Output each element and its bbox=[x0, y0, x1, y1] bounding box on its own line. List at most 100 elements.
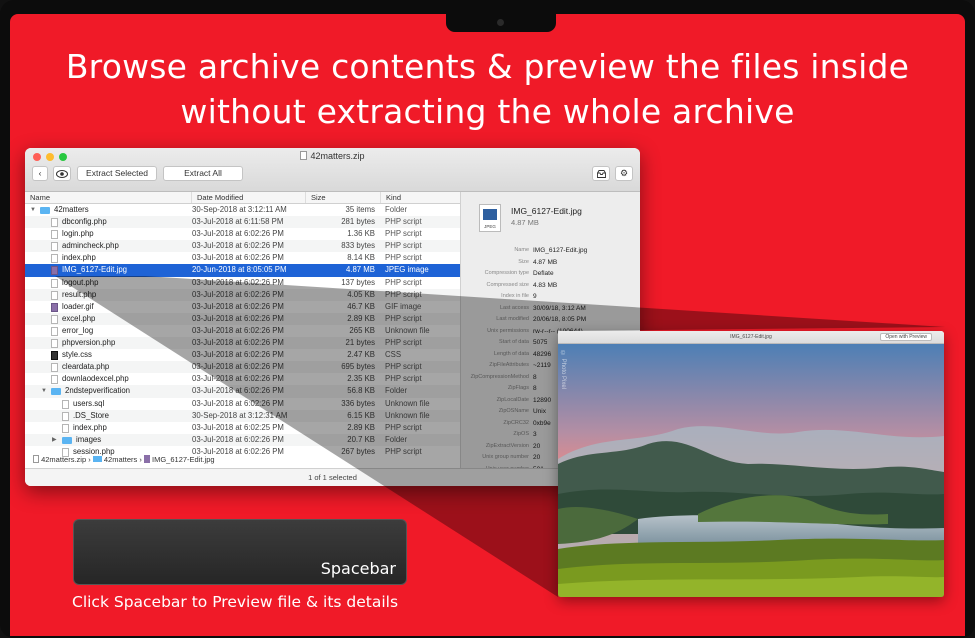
breadcrumb: 42matters.zip › 42matters › IMG_6127-Edi… bbox=[33, 455, 215, 464]
table-row[interactable]: logout.php 03-Jul-2018 at 6:02:26 PM 137 b… bbox=[25, 277, 460, 289]
column-header-size[interactable]: Size bbox=[306, 192, 381, 203]
file-icon bbox=[51, 278, 58, 288]
file-name: error_log bbox=[62, 325, 94, 335]
info-key: ZipLocalDate bbox=[496, 396, 529, 403]
window-title: 42matters.zip bbox=[25, 151, 640, 161]
info-value: IMG_6127-Edit.jpg bbox=[533, 247, 588, 254]
preview-titlebar: IMG_6127-Edit.jpg Open with Preview bbox=[558, 331, 944, 344]
folder-icon bbox=[51, 388, 61, 396]
table-row[interactable]: downlaodexcel.php 03-Jul-2018 at 6:02:26 … bbox=[25, 373, 460, 385]
breadcrumb-item[interactable]: 42matters bbox=[104, 455, 137, 464]
cell-name: result.php bbox=[25, 289, 192, 301]
cell-date: 03-Jul-2018 at 6:02:26 PM bbox=[192, 253, 284, 263]
quick-look-button[interactable] bbox=[53, 166, 71, 181]
table-row[interactable]: .DS_Store 30-Sep-2018 at 3:12:31 AM 6.15 K… bbox=[25, 409, 460, 422]
file-name: dbconfig.php bbox=[62, 217, 107, 227]
eye-icon bbox=[56, 170, 68, 178]
table-row[interactable]: ▼ 2ndstepverification 03-Jul-2018 at 6:02:… bbox=[25, 385, 460, 398]
cell-size: 56.8 KB bbox=[347, 386, 375, 396]
table-row[interactable]: ▶ images 03-Jul-2018 at 6:02:26 PM 20.7 KB F… bbox=[25, 433, 460, 446]
info-value: 8 bbox=[533, 385, 537, 392]
cell-date: 03-Jul-2018 at 6:02:26 PM bbox=[192, 313, 284, 323]
column-header-date[interactable]: Date Modified bbox=[192, 192, 306, 203]
breadcrumb-item[interactable]: 42matters.zip bbox=[41, 455, 86, 464]
table-row[interactable]: dbconfig.php 03-Jul-2018 at 6:11:58 PM 281… bbox=[25, 216, 460, 229]
cell-date: 03-Jul-2018 at 6:02:26 PM bbox=[192, 229, 284, 239]
cell-date: 30-Sep-2018 at 3:12:11 AM bbox=[192, 205, 287, 214]
cell-kind: JPEG image bbox=[385, 265, 429, 275]
cell-kind: PHP script bbox=[385, 277, 422, 287]
extract-selected-button[interactable]: Extract Selected bbox=[77, 166, 157, 181]
file-icon bbox=[51, 326, 58, 336]
jpeg-file-icon: JPEG bbox=[479, 204, 501, 232]
file-name: .DS_Store bbox=[73, 410, 109, 420]
table-row[interactable]: index.php 03-Jul-2018 at 6:02:25 PM 2.89 K… bbox=[25, 422, 460, 434]
spacebar-key: Spacebar bbox=[73, 519, 407, 585]
info-size: 4.87 MB bbox=[511, 218, 539, 227]
table-row[interactable]: style.css 03-Jul-2018 at 6:02:26 PM 2.47 K… bbox=[25, 349, 460, 361]
inbox-button[interactable] bbox=[592, 166, 610, 181]
info-value: Unix bbox=[533, 408, 547, 415]
column-header-kind[interactable]: Kind bbox=[381, 192, 460, 203]
info-key: Compression type bbox=[484, 270, 529, 276]
gear-icon: ⚙ bbox=[619, 168, 629, 178]
spacebar-label: Spacebar bbox=[320, 559, 396, 578]
table-row[interactable]: loader.gif 03-Jul-2018 at 6:02:26 PM 46.7 … bbox=[25, 301, 460, 313]
disclosure-down-icon[interactable]: ▼ bbox=[30, 204, 36, 216]
image-file-icon bbox=[143, 455, 150, 463]
table-row[interactable]: error_log 03-Jul-2018 at 6:02:26 PM 265 KB… bbox=[25, 325, 460, 337]
table-row[interactable]: login.php 03-Jul-2018 at 6:02:26 PM 1.36 K… bbox=[25, 228, 460, 240]
info-key: Size bbox=[518, 258, 529, 265]
table-row[interactable]: ▼ 42matters 30-Sep-2018 at 3:12:11 AM 35 it… bbox=[25, 204, 460, 216]
table-row[interactable]: IMG_6127-Edit.jpg 20-Jun-2018 at 8:05:05 … bbox=[25, 264, 460, 277]
table-row[interactable]: phpversion.php 03-Jul-2018 at 6:02:26 PM 2… bbox=[25, 337, 460, 350]
cell-kind: PHP script bbox=[385, 446, 422, 456]
info-key: ZipOS bbox=[513, 431, 529, 437]
open-with-preview-button[interactable]: Open with Preview bbox=[880, 333, 932, 341]
back-button[interactable]: ‹ bbox=[32, 166, 48, 181]
info-value: 3 bbox=[533, 431, 537, 438]
file-name: index.php bbox=[73, 422, 107, 432]
table-row[interactable]: admincheck.php 03-Jul-2018 at 6:02:26 PM 8… bbox=[25, 240, 460, 253]
disclosure-down-icon[interactable]: ▼ bbox=[41, 385, 47, 397]
cell-size: 6.15 KB bbox=[347, 410, 375, 420]
camera-icon bbox=[497, 19, 504, 26]
cell-kind: Unknown file bbox=[385, 410, 430, 420]
file-name: login.php bbox=[62, 229, 94, 239]
cell-name: users.sql bbox=[25, 398, 192, 410]
column-header-name[interactable]: Name bbox=[25, 192, 192, 203]
cell-date: 03-Jul-2018 at 6:02:25 PM bbox=[192, 422, 284, 432]
table-row[interactable]: users.sql 03-Jul-2018 at 6:02:26 PM 336 by… bbox=[25, 398, 460, 410]
cell-size: 2.89 KB bbox=[347, 313, 375, 323]
table-row[interactable]: excel.php 03-Jul-2018 at 6:02:26 PM 2.89 K… bbox=[25, 312, 460, 325]
info-row: Size 4.87 MB bbox=[461, 257, 640, 269]
extract-all-button[interactable]: Extract All bbox=[163, 166, 243, 181]
table-row[interactable]: cleardata.php 03-Jul-2018 at 6:02:26 PM 69… bbox=[25, 361, 460, 374]
cell-date: 03-Jul-2018 at 6:02:26 PM bbox=[192, 350, 284, 360]
table-row[interactable]: result.php 03-Jul-2018 at 6:02:26 PM 4.05 … bbox=[25, 288, 460, 301]
info-row: Last access 30/09/18, 3:12 AM bbox=[461, 303, 640, 315]
cell-kind: PHP script bbox=[385, 217, 422, 227]
cell-name: cleardata.php bbox=[25, 361, 192, 373]
disclosure-right-icon[interactable]: ▶ bbox=[52, 434, 57, 446]
tray-icon bbox=[596, 170, 606, 178]
file-rows: ▼ 42matters 30-Sep-2018 at 3:12:11 AM 35 it… bbox=[25, 204, 460, 458]
file-icon bbox=[51, 242, 58, 252]
cell-size: 1.36 KB bbox=[347, 229, 375, 239]
css-file-icon bbox=[51, 351, 58, 361]
table-row[interactable]: index.php 03-Jul-2018 at 6:02:26 PM 8.14 K… bbox=[25, 252, 460, 264]
cell-date: 03-Jul-2018 at 6:02:26 PM bbox=[192, 289, 284, 299]
window-titlebar: 42matters.zip ‹ Extract Selected Extract… bbox=[25, 148, 640, 192]
cell-name: dbconfig.php bbox=[25, 216, 192, 228]
breadcrumb-item[interactable]: IMG_6127-Edit.jpg bbox=[152, 455, 215, 464]
cell-date: 03-Jul-2018 at 6:02:26 PM bbox=[192, 374, 284, 384]
icon-label: JPEG bbox=[484, 224, 496, 229]
info-value: 4.83 MB bbox=[533, 281, 558, 289]
info-row: Compressed size 4.83 MB bbox=[461, 280, 640, 292]
info-row: Last modified 20/06/18, 8:05 PM bbox=[461, 314, 640, 326]
file-icon bbox=[51, 339, 58, 349]
info-key: Index in file bbox=[501, 293, 529, 299]
settings-button[interactable]: ⚙ bbox=[615, 166, 633, 181]
file-icon bbox=[51, 375, 58, 385]
file-name: downlaodexcel.php bbox=[62, 374, 129, 384]
